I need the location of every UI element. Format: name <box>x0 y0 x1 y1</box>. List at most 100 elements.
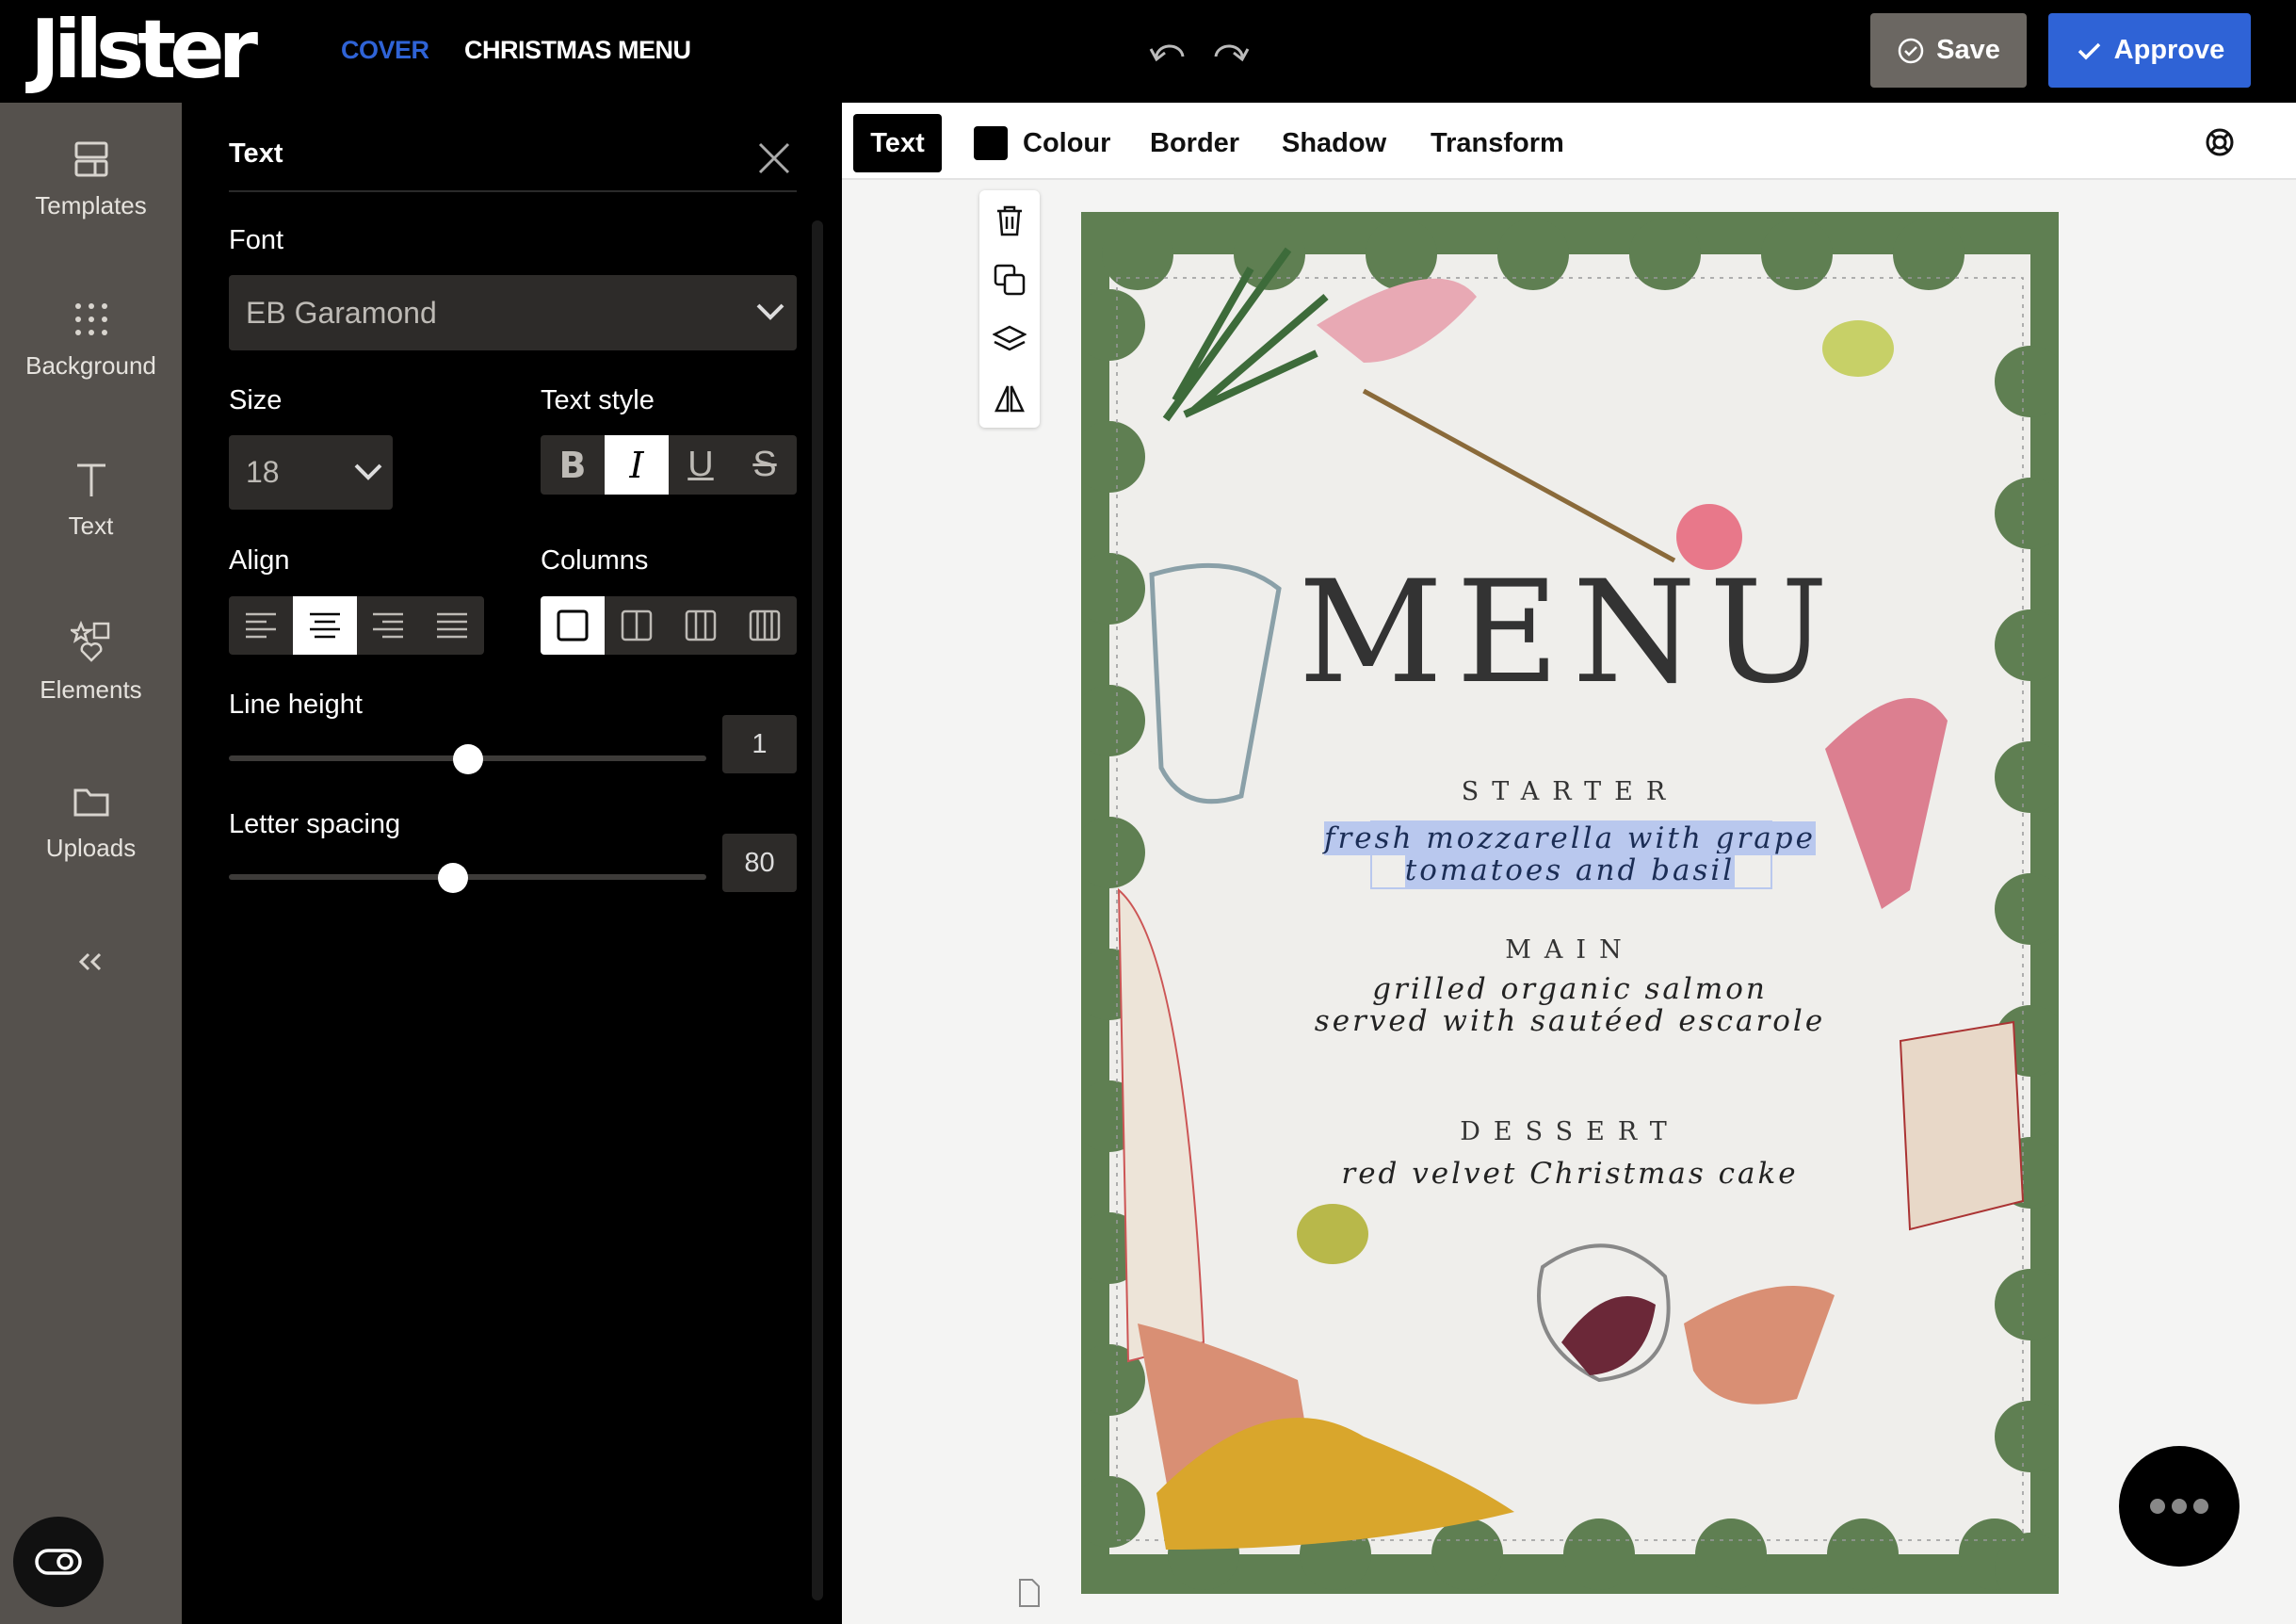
flip-button[interactable] <box>979 368 1040 428</box>
panel-title: Text <box>229 138 283 169</box>
duplicate-button[interactable] <box>979 250 1040 309</box>
menu-title[interactable]: MENU <box>1081 562 2059 704</box>
letter-spacing-slider-thumb[interactable] <box>438 863 469 893</box>
layers-icon <box>993 325 1027 350</box>
align-justify-icon <box>437 612 468 639</box>
starter-heading[interactable]: STARTER <box>1081 777 2059 806</box>
align-left-icon <box>245 612 276 639</box>
letter-spacing-label: Letter spacing <box>229 809 401 839</box>
olive-illustration <box>1822 320 1894 377</box>
starter-line-2: tomatoes and basil <box>1404 853 1736 887</box>
text-style-label: Text style <box>541 385 655 415</box>
rail-label: Elements <box>40 675 142 704</box>
element-actions <box>979 190 1040 428</box>
size-label: Size <box>229 385 283 415</box>
columns-3-button[interactable] <box>669 596 733 655</box>
rail-label: Templates <box>35 191 147 219</box>
columns-label: Columns <box>541 545 649 576</box>
text-icon <box>76 463 105 496</box>
columns-2-button[interactable] <box>605 596 669 655</box>
rail-item-text[interactable]: Text <box>0 461 182 541</box>
align-right-button[interactable] <box>357 596 421 655</box>
text-panel: Text Font EB Garamond Size 18 Text style… <box>182 103 842 1624</box>
two-column-icon <box>621 609 653 641</box>
breadcrumb-cover[interactable]: COVER <box>341 36 429 65</box>
collapse-chevrons-icon[interactable] <box>75 950 105 973</box>
columns-4-button[interactable] <box>733 596 797 655</box>
size-value: 18 <box>246 455 280 489</box>
page-settings-icon[interactable] <box>1017 1578 1042 1608</box>
align-group <box>229 596 484 655</box>
chevron-down-icon <box>756 303 784 320</box>
main-description[interactable]: grilled organic salmon served with sauté… <box>1081 973 2059 1037</box>
bold-button[interactable]: B <box>541 435 605 495</box>
layers-button[interactable] <box>979 309 1040 368</box>
one-column-icon <box>557 609 589 641</box>
size-select[interactable]: 18 <box>229 435 393 510</box>
columns-group <box>541 596 797 655</box>
elements-icon <box>70 621 109 662</box>
more-dots-icon <box>2150 1499 2208 1514</box>
left-rail: Templates Background Text Elements Uploa… <box>0 103 182 1624</box>
columns-1-button[interactable] <box>541 596 605 655</box>
rail-item-elements[interactable]: Elements <box>0 621 182 705</box>
dessert-heading[interactable]: DESSERT <box>1081 1117 2059 1146</box>
check-icon <box>2078 42 2100 59</box>
flip-icon <box>994 384 1025 412</box>
line-height-value[interactable]: 1 <box>722 715 797 773</box>
underline-button[interactable]: U <box>669 435 733 495</box>
delete-button[interactable] <box>979 190 1040 250</box>
italic-button[interactable]: I <box>605 435 669 495</box>
align-center-button[interactable] <box>292 596 357 655</box>
align-left-button[interactable] <box>229 596 293 655</box>
more-options-button[interactable] <box>2119 1446 2239 1567</box>
tab-colour[interactable]: Colour <box>974 114 1110 172</box>
rail-item-templates[interactable]: Templates <box>0 140 182 220</box>
jilster-logo[interactable]: Jilster <box>30 9 258 90</box>
trash-icon <box>997 205 1022 235</box>
duplicate-icon <box>994 264 1026 295</box>
strikethrough-button[interactable]: S <box>733 435 797 495</box>
rail-item-uploads[interactable]: Uploads <box>0 783 182 863</box>
top-bar: Jilster COVER CHRISTMAS MENU Save Approv… <box>0 0 2296 103</box>
panel-scrollbar[interactable] <box>812 220 823 1600</box>
help-lifebuoy-icon[interactable] <box>2205 127 2235 157</box>
undo-icon[interactable] <box>1149 38 1188 66</box>
tab-text[interactable]: Text <box>853 114 942 172</box>
templates-icon <box>74 141 107 177</box>
approve-label: Approve <box>2113 35 2225 65</box>
starter-line-1: fresh mozzarella with grape <box>1324 821 1816 855</box>
main-line-1: grilled organic salmon <box>1372 972 1768 1006</box>
menu-page[interactable]: MENU STARTER fresh mozzarella with grape… <box>1081 212 2059 1594</box>
font-label: Font <box>229 225 284 255</box>
font-select[interactable]: EB Garamond <box>229 275 797 350</box>
colour-swatch <box>974 126 1008 160</box>
grid-dots-icon <box>74 303 107 335</box>
rail-label: Background <box>25 351 156 380</box>
olive-illustration <box>1297 1204 1368 1264</box>
tab-colour-label: Colour <box>1023 127 1111 158</box>
dessert-description[interactable]: red velvet Christmas cake <box>1081 1158 2059 1190</box>
tab-shadow[interactable]: Shadow <box>1282 114 1386 172</box>
folder-icon <box>73 788 108 817</box>
letter-spacing-value[interactable]: 80 <box>722 834 797 892</box>
starter-description[interactable]: fresh mozzarella with grape tomatoes and… <box>1081 821 2059 887</box>
main-heading[interactable]: MAIN <box>1081 935 2059 965</box>
toggle-icon <box>35 1549 82 1575</box>
accessibility-button[interactable] <box>13 1517 104 1607</box>
element-toolbar: Text Colour Border Shadow Transform <box>842 103 2296 180</box>
approve-button[interactable]: Approve <box>2048 13 2251 88</box>
chevron-down-icon <box>354 463 382 480</box>
rail-item-background[interactable]: Background <box>0 300 182 381</box>
close-icon[interactable] <box>758 142 790 174</box>
text-style-group: B I U S <box>541 435 797 495</box>
save-button[interactable]: Save <box>1870 13 2027 88</box>
tab-transform[interactable]: Transform <box>1431 114 1564 172</box>
line-height-slider-thumb[interactable] <box>452 744 483 774</box>
rail-label: Text <box>68 512 114 540</box>
scalloped-border-illustration <box>1081 212 2059 1594</box>
tab-border[interactable]: Border <box>1150 114 1239 172</box>
align-center-icon <box>309 612 340 639</box>
redo-icon[interactable] <box>1210 38 1250 66</box>
align-justify-button[interactable] <box>420 596 484 655</box>
